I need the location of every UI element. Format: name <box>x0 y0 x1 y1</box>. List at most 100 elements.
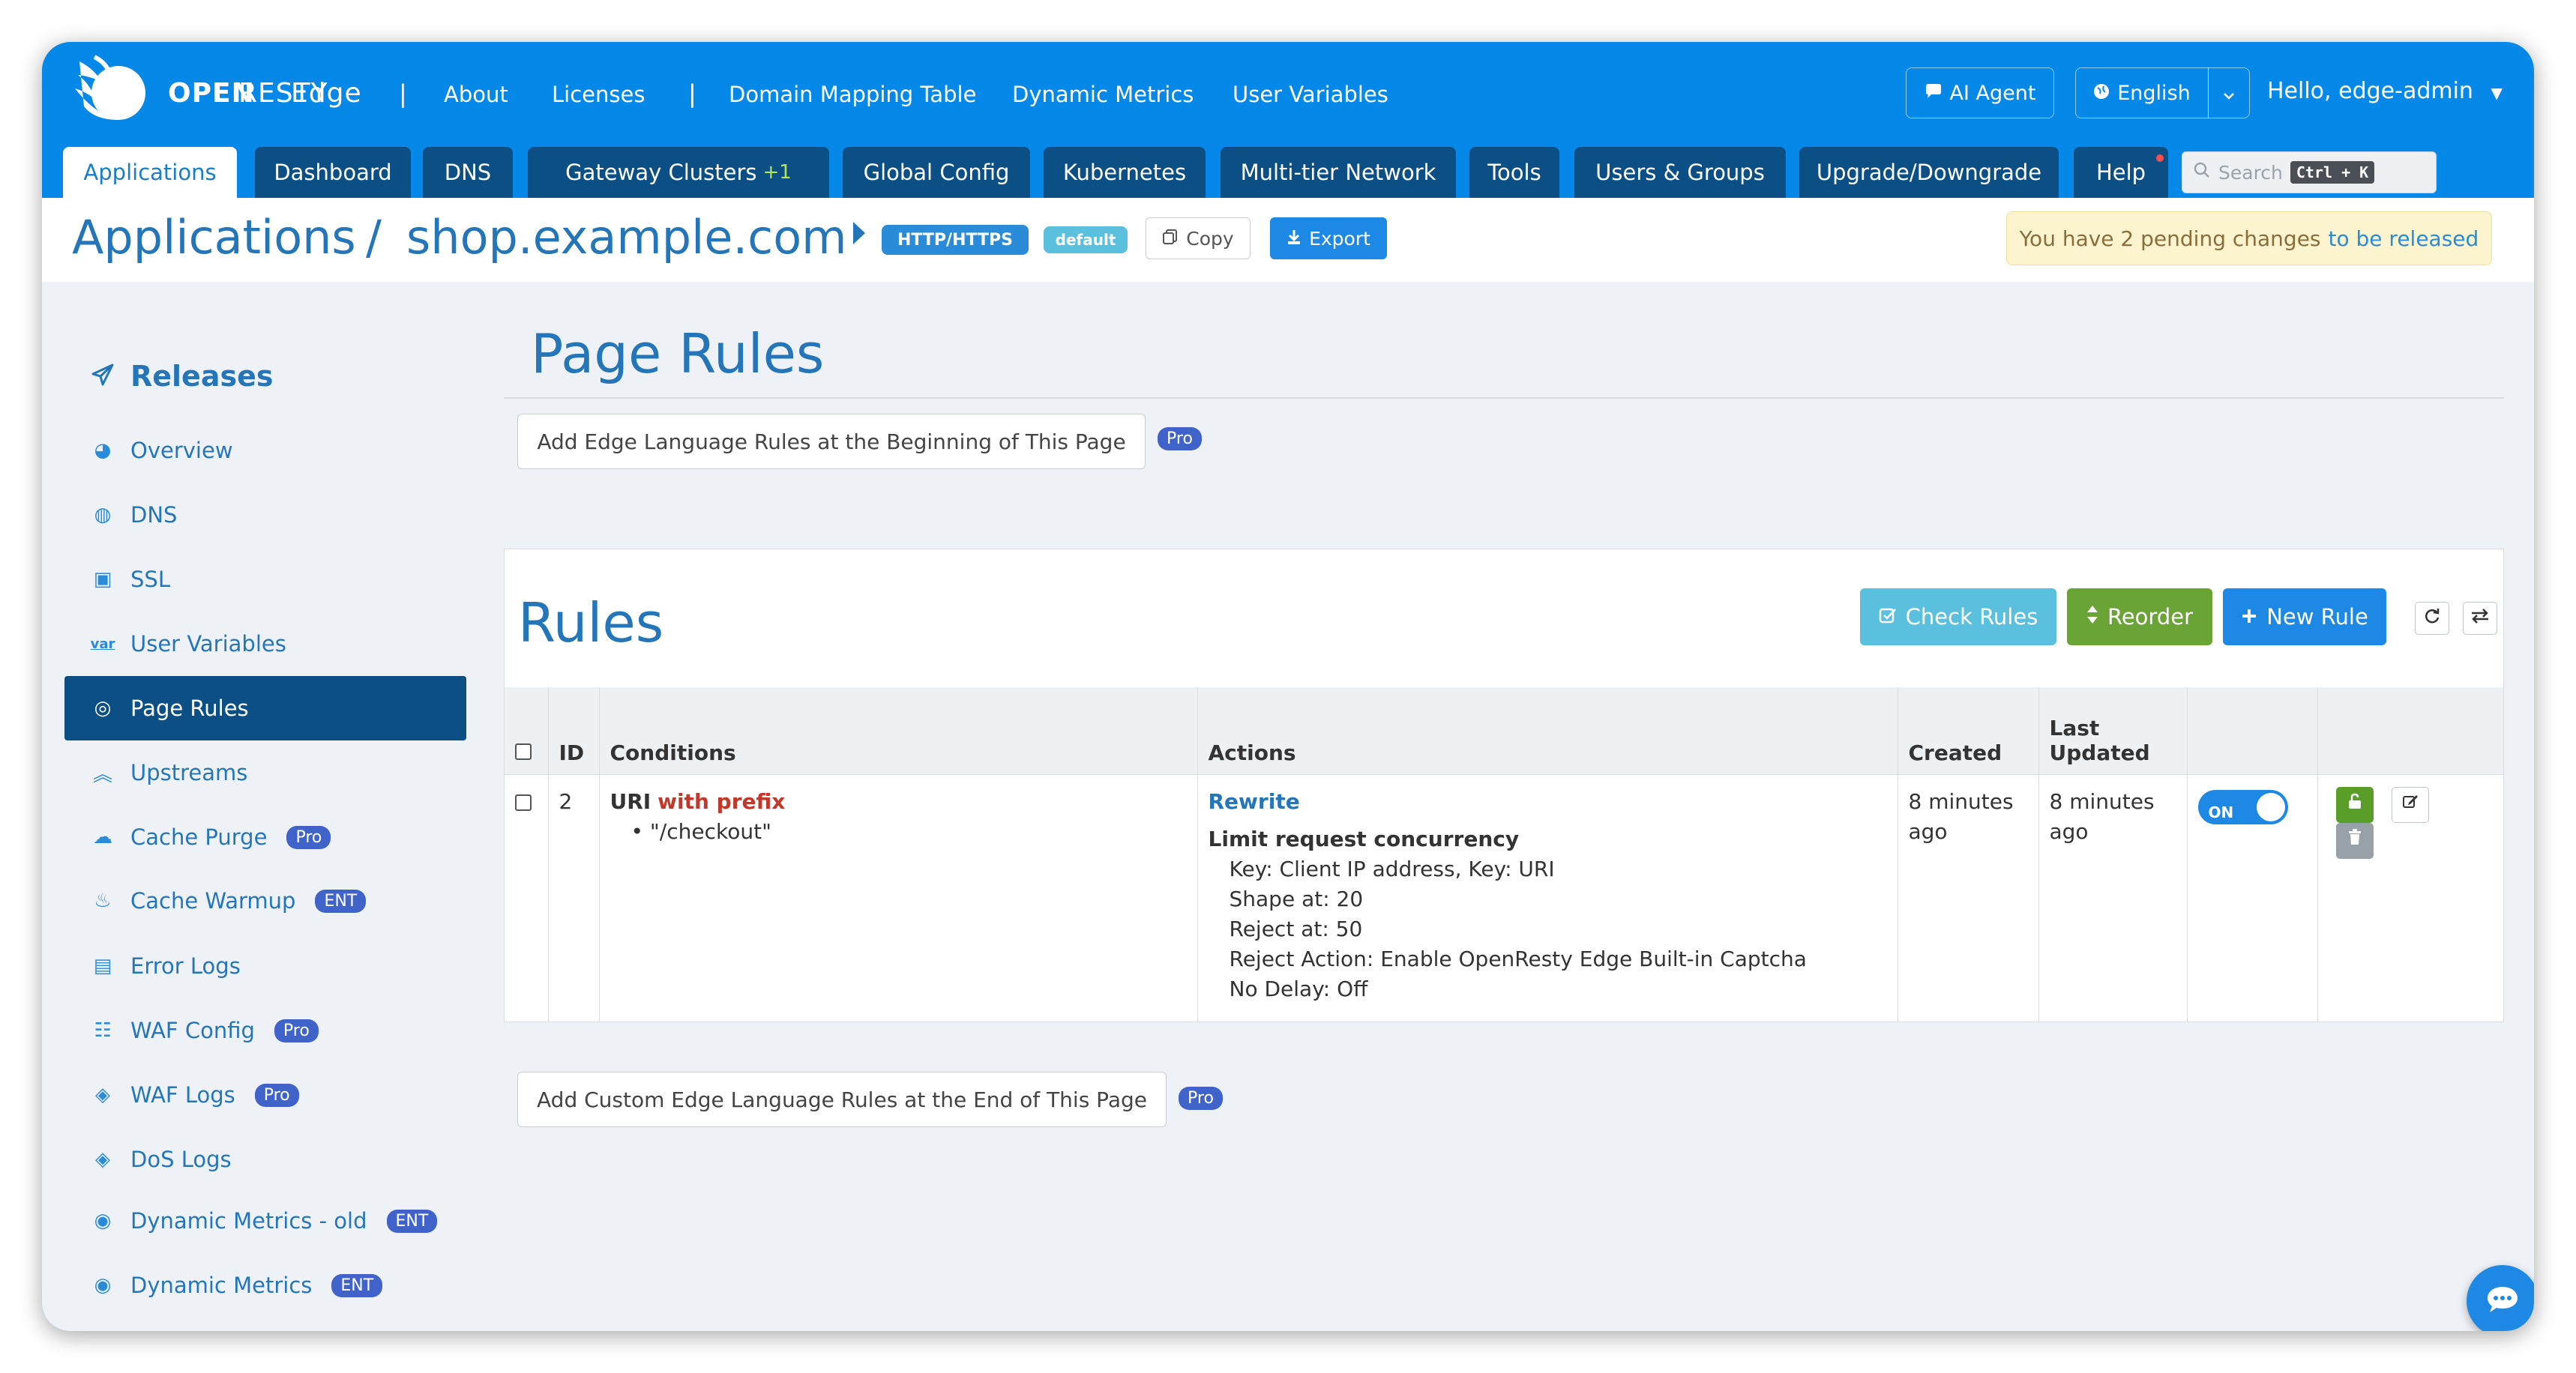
action-rewrite-link[interactable]: Rewrite <box>1209 787 1887 817</box>
sidebar-item-waf-logs[interactable]: ◈ WAF Logs Pro <box>64 1063 466 1127</box>
tier-badge: Pro <box>274 1019 319 1042</box>
shield-icon: ◈ <box>95 1148 110 1171</box>
rule-operations <box>2317 774 2503 1022</box>
file-icon: ▤ <box>93 955 112 977</box>
check-rules-button[interactable]: Check Rules <box>1860 588 2056 645</box>
pin-icon: ◉ <box>94 1210 112 1232</box>
sidebar-item-waf-config[interactable]: ☷ WAF Config Pro <box>64 998 466 1063</box>
sidebar-item-upstreams[interactable]: ︽ Upstreams <box>64 740 466 805</box>
language-dropdown-toggle[interactable] <box>2208 67 2250 118</box>
app-window: OPEN RESTY Edge | About Licenses | Domai… <box>42 42 2534 1331</box>
trash-icon <box>2348 826 2362 856</box>
sidebar-heading-label: Releases <box>130 360 274 393</box>
row-select-cell <box>505 774 549 1022</box>
tab-gateway-clusters[interactable]: Gateway Clusters +1 <box>528 147 829 198</box>
tab-kubernetes[interactable]: Kubernetes <box>1044 147 1206 198</box>
sidebar-item-dynamic-metrics[interactable]: ◉ Dynamic Metrics ENT <box>64 1253 466 1318</box>
sidebar-item-page-rules[interactable]: ◎ Page Rules <box>64 676 466 740</box>
user-menu[interactable]: Hello, edge-admin ▼ <box>2267 78 2503 104</box>
tab-tools[interactable]: Tools <box>1469 147 1559 198</box>
rule-id: 2 <box>548 774 600 1022</box>
language-select[interactable]: English <box>2075 67 2209 118</box>
column-id: ID <box>548 687 600 775</box>
var-icon: var <box>90 636 115 652</box>
sidebar-item-dynamic-metrics-old[interactable]: ◉ Dynamic Metrics - old ENT <box>64 1189 466 1253</box>
tab-label: Multi-tier Network <box>1240 160 1436 185</box>
row-checkbox[interactable] <box>515 794 532 811</box>
rules-panel: Rules Check Rules Reorder New Rule ID Co… <box>504 549 2504 1022</box>
nav-dynamic-metrics[interactable]: Dynamic Metrics <box>1012 82 1194 107</box>
sidebar-item-dns[interactable]: ◍ DNS <box>64 483 466 547</box>
action-subtitle: Limit request concurrency <box>1208 826 1520 851</box>
globe-icon: ◍ <box>94 504 112 526</box>
select-all-checkbox[interactable] <box>515 743 532 760</box>
chat-bubble-icon <box>2485 1285 2520 1318</box>
pending-changes-alert: You have 2 pending changes to be release… <box>2006 211 2492 265</box>
page-title: Page Rules <box>531 322 825 385</box>
column-created: Created <box>1898 687 2039 775</box>
brand-edge: Edge <box>291 78 362 109</box>
sidebar-heading[interactable]: Releases <box>91 360 273 393</box>
new-rule-button[interactable]: New Rule <box>2223 588 2386 645</box>
pin-icon: ◉ <box>94 1274 112 1297</box>
pending-release-link[interactable]: to be released <box>2329 226 2479 251</box>
nav-user-variables[interactable]: User Variables <box>1233 82 1388 107</box>
tab-label: Dashboard <box>274 160 392 185</box>
sidebar-item-cache-warmup[interactable]: ♨ Cache Warmup ENT <box>64 869 466 933</box>
search-box[interactable]: Search Ctrl + K <box>2182 151 2437 193</box>
openresty-logo[interactable] <box>64 46 177 129</box>
rule-created: 8 minutes ago <box>1898 774 2039 1022</box>
sidebar-item-metrics[interactable]: ▥Metrics <box>64 1321 466 1331</box>
breadcrumb-app-name[interactable]: shop.example.com <box>406 210 847 265</box>
column-last-updated: Last Updated <box>2038 687 2188 775</box>
chat-support-button[interactable] <box>2467 1265 2534 1331</box>
tab-dns[interactable]: DNS <box>423 147 513 198</box>
sidebar-item-label: Error Logs <box>130 953 241 979</box>
tab-users-groups[interactable]: Users & Groups <box>1574 147 1786 198</box>
nav-licenses[interactable]: Licenses <box>552 82 645 107</box>
protocol-badge: HTTP/HTTPS <box>882 225 1029 255</box>
tab-dashboard[interactable]: Dashboard <box>255 147 411 198</box>
download-icon <box>1287 228 1301 250</box>
toggle-view-button[interactable] <box>2463 602 2497 635</box>
sidebar-item-label: Page Rules <box>130 695 249 721</box>
check-square-icon <box>1879 604 1897 630</box>
tab-upgrade-downgrade[interactable]: Upgrade/Downgrade <box>1799 147 2059 198</box>
add-rules-end-button[interactable]: Add Custom Edge Language Rules at the En… <box>517 1072 1167 1127</box>
lock-button[interactable] <box>2335 786 2374 823</box>
copy-button[interactable]: Copy <box>1146 217 1251 259</box>
breadcrumb-separator: / <box>366 210 382 265</box>
rule-enabled-toggle[interactable]: ON <box>2197 789 2288 824</box>
notification-dot <box>2156 154 2164 162</box>
toggle-state-label: ON <box>2208 803 2234 821</box>
nav-domain-mapping[interactable]: Domain Mapping Table <box>729 82 976 107</box>
tab-multi-tier-network[interactable]: Multi-tier Network <box>1221 147 1456 198</box>
reorder-button[interactable]: Reorder <box>2067 588 2212 645</box>
breadcrumb-applications[interactable]: Applications <box>72 210 356 265</box>
sidebar-item-dos-logs[interactable]: ◈ DoS Logs <box>64 1127 466 1192</box>
nav-separator: | <box>399 79 407 108</box>
rule-actions: Rewrite Limit request concurrency Key: C… <box>1197 774 1898 1022</box>
tab-applications[interactable]: Applications <box>63 147 237 198</box>
sort-icon <box>2086 604 2098 630</box>
tier-badge: Pro <box>286 825 331 849</box>
pro-badge: Pro <box>1179 1087 1223 1110</box>
tab-global-config[interactable]: Global Config <box>843 147 1030 198</box>
sidebar-item-error-logs[interactable]: ▤ Error Logs <box>64 934 466 998</box>
condition-operator: with prefix <box>657 788 786 814</box>
export-button[interactable]: Export <box>1270 217 1387 259</box>
sidebar-item-overview[interactable]: ◕ Overview <box>64 418 466 483</box>
gauge-icon: ◕ <box>94 439 112 462</box>
search-placeholder: Search <box>2218 161 2283 184</box>
tab-help[interactable]: Help <box>2074 147 2168 198</box>
refresh-button[interactable] <box>2415 602 2449 635</box>
add-rules-beginning-button[interactable]: Add Edge Language Rules at the Beginning… <box>517 414 1146 469</box>
sidebar-item-ssl[interactable]: ▣ SSL <box>64 547 466 612</box>
sidebar-item-label: Upstreams <box>130 760 248 785</box>
sidebar-item-cache-purge[interactable]: ☁ Cache Purge Pro <box>64 805 466 869</box>
delete-button[interactable] <box>2335 822 2374 859</box>
sidebar-item-user-variables[interactable]: var User Variables <box>64 612 466 676</box>
ai-agent-button[interactable]: AI Agent <box>1906 67 2054 118</box>
edit-button[interactable] <box>2392 786 2430 823</box>
nav-about[interactable]: About <box>444 82 508 107</box>
